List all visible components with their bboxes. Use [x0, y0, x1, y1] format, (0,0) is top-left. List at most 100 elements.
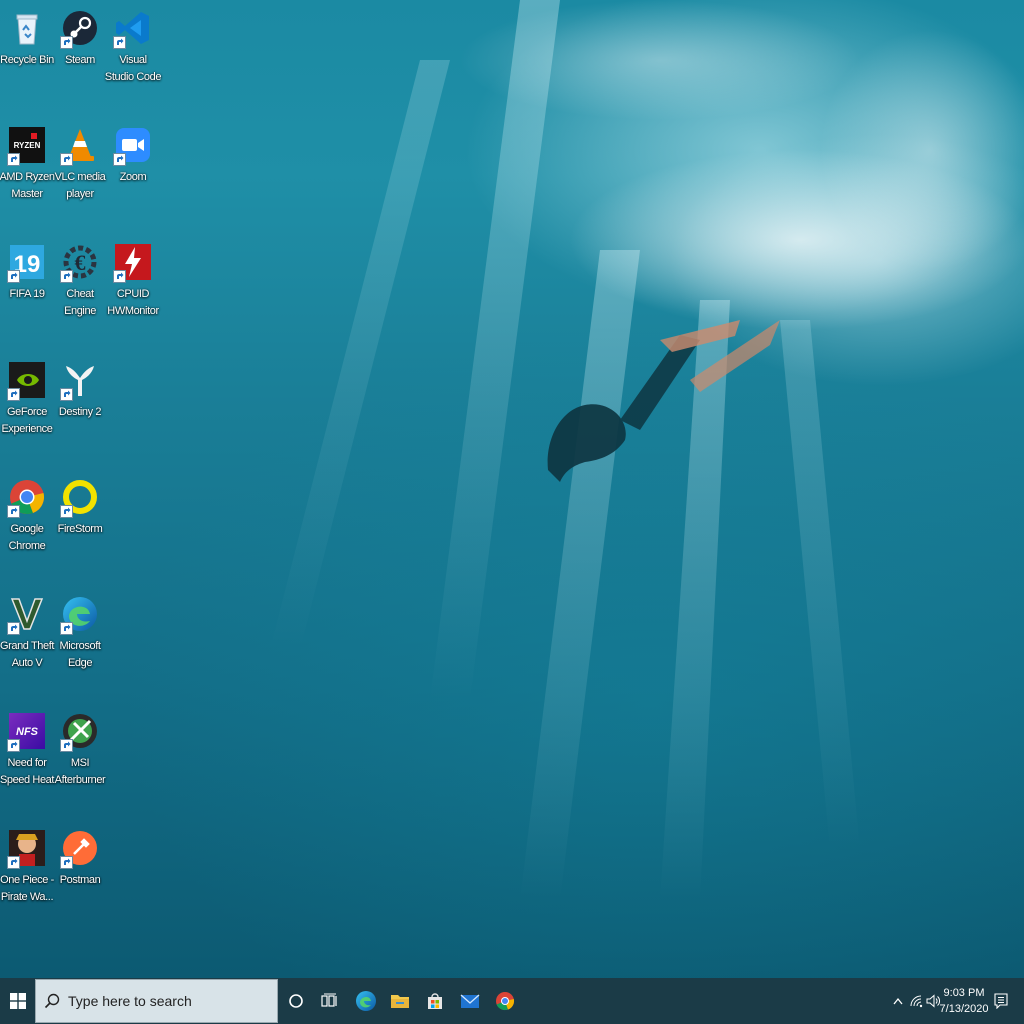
recycle-bin-icon — [9, 10, 45, 46]
firestorm-ring-icon — [60, 479, 98, 518]
desktop-icon-one-piece-pirate-warriors[interactable]: One Piece - Pirate Wa... — [0, 820, 54, 932]
desktop-icon-label: GeForce Experience — [1, 406, 53, 435]
shortcut-arrow-icon — [60, 739, 73, 752]
shortcut-arrow-icon — [113, 153, 126, 166]
edge-icon — [60, 596, 98, 635]
shortcut-arrow-icon — [7, 270, 20, 283]
taskbar: Type here to search 9:03 PM 7/13/2020 — [0, 978, 1024, 1024]
shortcut-arrow-icon — [113, 270, 126, 283]
desktop-icon-label: Need for Speed Heat — [0, 757, 55, 786]
shortcut-arrow-icon — [7, 622, 20, 635]
desktop-icon-postman[interactable]: Postman — [53, 820, 107, 932]
shortcut-arrow-icon — [7, 505, 20, 518]
desktop-icon-firestorm[interactable]: FireStorm — [53, 469, 107, 581]
postman-icon — [60, 830, 98, 869]
clock-time: 9:03 PM — [943, 987, 985, 999]
shortcut-arrow-icon — [7, 856, 20, 869]
desktop-icon-fifa-19[interactable]: 19 FIFA 19 — [0, 234, 54, 346]
store-bag-icon — [428, 993, 442, 1009]
vscode-icon — [113, 10, 151, 49]
search-icon — [44, 993, 60, 1009]
shortcut-arrow-icon — [60, 856, 73, 869]
search-placeholder: Type here to search — [68, 993, 192, 1009]
desktop-icon-label: Recycle Bin — [0, 54, 54, 66]
nfs-icon: NFS — [7, 713, 45, 752]
svg-text:NFS: NFS — [16, 726, 39, 738]
start-button[interactable] — [0, 978, 35, 1024]
network-button[interactable] — [907, 978, 925, 1024]
desktop-icon-steam[interactable]: Steam — [53, 0, 107, 112]
ryzen-icon: RYZEN — [7, 127, 45, 166]
desktop-icon-label: Steam — [65, 54, 95, 66]
desktop-icon-label: One Piece - Pirate Wa... — [0, 874, 54, 903]
steam-icon — [60, 10, 98, 49]
shortcut-arrow-icon — [60, 505, 73, 518]
wifi-icon — [910, 995, 923, 1008]
desktop-icon-geforce-experience[interactable]: GeForce Experience — [0, 352, 54, 464]
task-view-button[interactable] — [314, 978, 346, 1024]
desktop-icon-visual-studio-code[interactable]: Visual Studio Code — [104, 0, 162, 112]
shortcut-arrow-icon — [7, 153, 20, 166]
shortcut-arrow-icon — [60, 36, 73, 49]
taskbar-chrome-button[interactable] — [488, 978, 522, 1024]
desktop-icon-destiny-2[interactable]: Destiny 2 — [53, 352, 107, 464]
windows-logo-icon — [9, 993, 26, 1009]
vlc-cone-icon — [60, 127, 98, 166]
speaker-icon — [926, 994, 940, 1008]
clock-button[interactable]: 9:03 PM 7/13/2020 — [939, 978, 989, 1024]
taskbar-store-button[interactable] — [418, 978, 452, 1024]
taskbar-edge-button[interactable] — [349, 978, 383, 1024]
desktop-icon-vlc-media-player[interactable]: VLC media player — [53, 117, 107, 229]
desktop-icon-label: FireStorm — [57, 523, 103, 535]
desktop-icon-label: Grand Theft Auto V — [0, 640, 55, 669]
desktop-icon-need-for-speed-heat[interactable]: NFS Need for Speed Heat — [0, 703, 54, 815]
folder-icon — [391, 995, 409, 1008]
task-view-icon — [321, 993, 337, 1007]
zoom-camera-icon — [113, 127, 151, 166]
desktop-icon-recycle-bin[interactable]: Recycle Bin — [0, 0, 54, 112]
taskbar-search-box[interactable]: Type here to search — [35, 979, 278, 1023]
desktop-icon-amd-ryzen-master[interactable]: RYZEN AMD Ryzen Master — [0, 117, 55, 229]
cortana-circle-icon — [289, 994, 303, 1008]
desktop-icon-label: AMD Ryzen Master — [0, 171, 55, 200]
notification-icon — [994, 993, 1008, 1009]
shortcut-arrow-icon — [60, 153, 73, 166]
svg-text:€: € — [75, 250, 86, 275]
cortana-button[interactable] — [278, 978, 314, 1024]
desktop-icon-zoom[interactable]: Zoom — [106, 117, 160, 229]
svg-text:RYZEN: RYZEN — [14, 141, 41, 150]
shortcut-arrow-icon — [7, 739, 20, 752]
desktop-icon-google-chrome[interactable]: Google Chrome — [0, 469, 54, 581]
destiny-icon — [60, 362, 98, 401]
desktop-icon-label: Destiny 2 — [58, 406, 102, 418]
desktop-icon-label: Postman — [59, 874, 101, 886]
shortcut-arrow-icon — [60, 270, 73, 283]
taskbar-mail-button[interactable] — [453, 978, 487, 1024]
shortcut-arrow-icon — [60, 622, 73, 635]
shortcut-arrow-icon — [113, 36, 126, 49]
shortcut-arrow-icon — [60, 388, 73, 401]
desktop-icon-cpuid-hwmonitor[interactable]: CPUID HWMonitor — [106, 234, 160, 346]
desktop-icon-label: Google Chrome — [8, 523, 46, 552]
show-hidden-icons-button[interactable] — [889, 978, 907, 1024]
desktop-icon-grand-theft-auto-v[interactable]: Grand Theft Auto V — [0, 586, 54, 698]
desktop-icon-cheat-engine[interactable]: € Cheat Engine — [53, 234, 107, 346]
action-center-button[interactable] — [990, 978, 1012, 1024]
taskbar-file-explorer-button[interactable] — [383, 978, 417, 1024]
fifa-icon: 19 — [7, 244, 45, 283]
desktop-icon-label: Microsoft Edge — [59, 640, 101, 669]
clock-date: 7/13/2020 — [939, 1003, 989, 1015]
desktop-icon-label: Visual Studio Code — [104, 54, 162, 83]
chrome-icon — [7, 479, 45, 518]
chrome-icon — [496, 992, 515, 1011]
desktop-icon-microsoft-edge[interactable]: Microsoft Edge — [53, 586, 107, 698]
desktop-icon-label: MSI Afterburner — [54, 757, 106, 786]
desktop-icon-label: CPUID HWMonitor — [107, 288, 159, 317]
desktop-icon-label: Cheat Engine — [64, 288, 96, 317]
shortcut-arrow-icon — [7, 388, 20, 401]
desktop-icon-msi-afterburner[interactable]: MSI Afterburner — [53, 703, 107, 815]
desktop-icon-label: VLC media player — [54, 171, 106, 200]
chevron-up-icon — [893, 997, 903, 1005]
cheat-engine-icon: € — [60, 244, 98, 283]
hwmonitor-bolt-icon — [113, 244, 151, 283]
